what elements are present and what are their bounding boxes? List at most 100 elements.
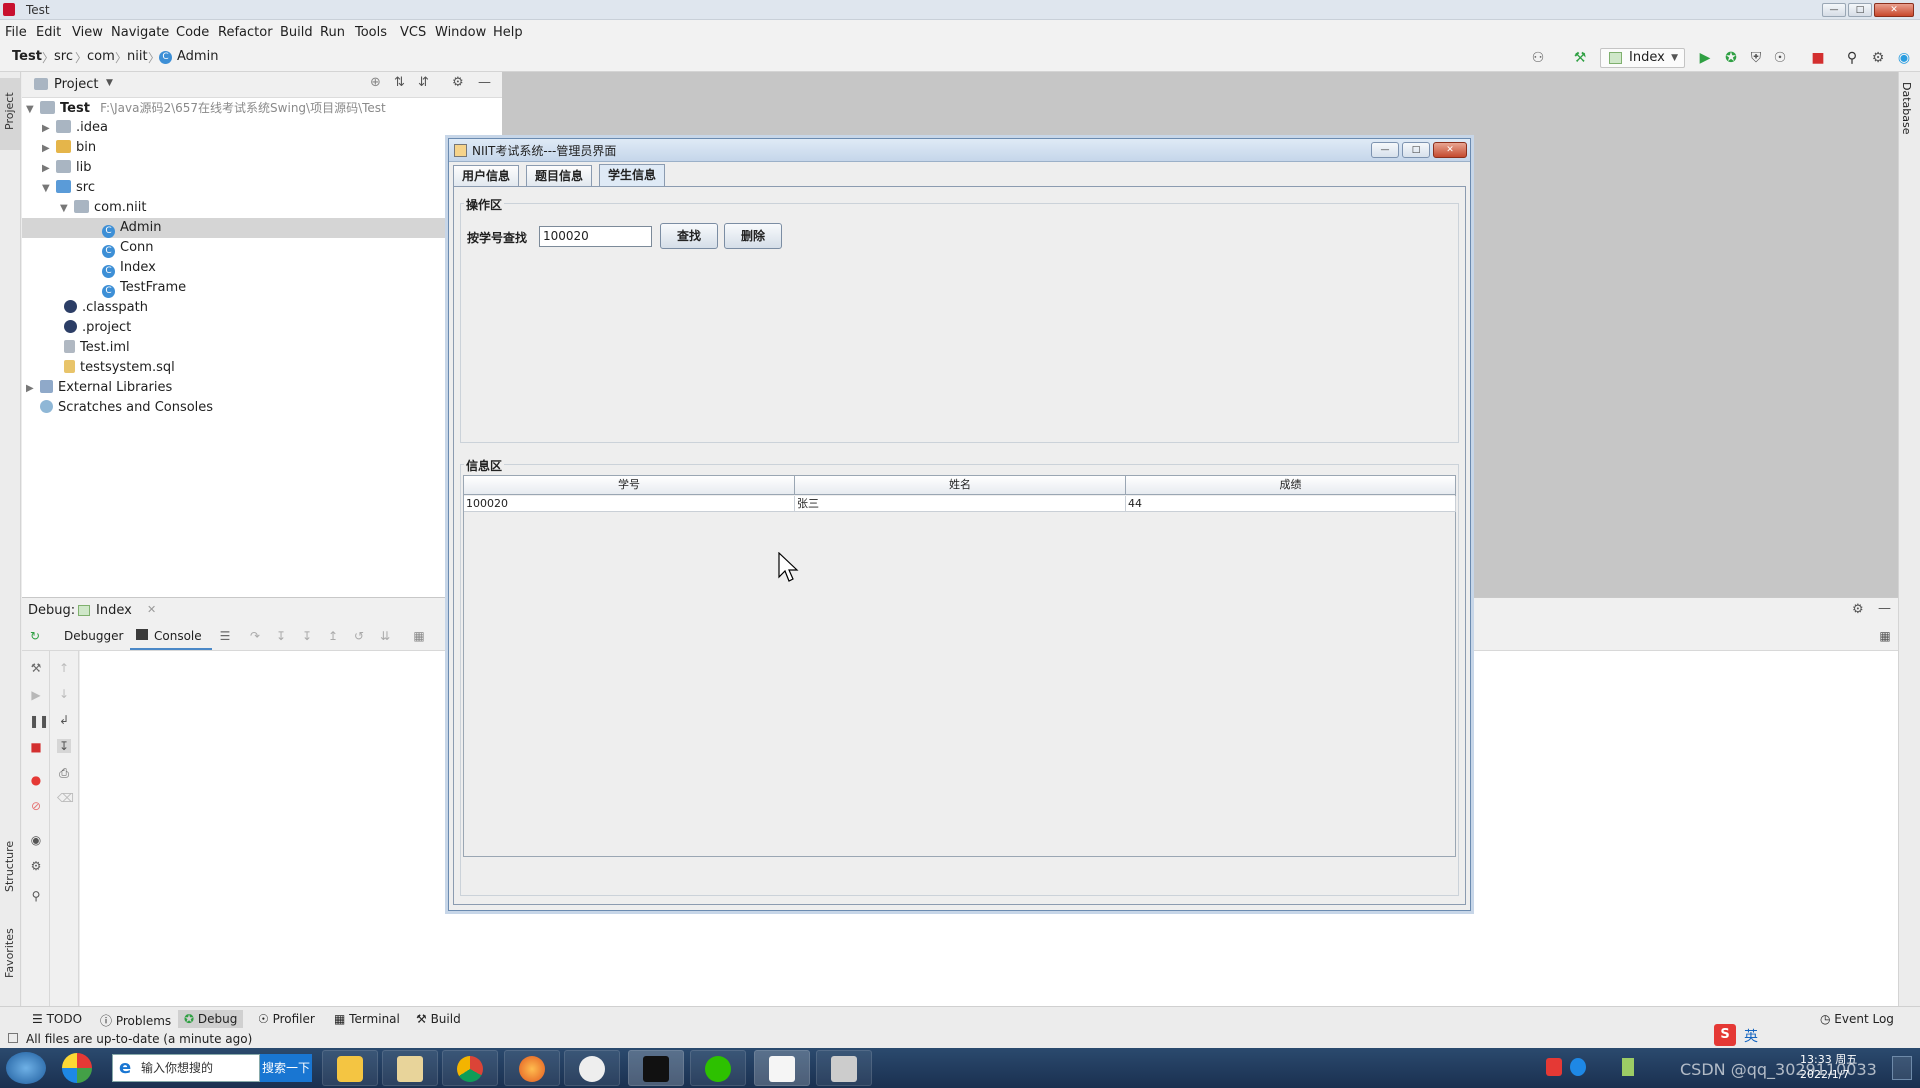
tree-item-testframe[interactable]: C TestFrame: [22, 278, 502, 298]
debug-session-tab[interactable]: Index: [96, 603, 132, 618]
clock-time[interactable]: 13:33 周五: [1800, 1051, 1857, 1067]
table-cell-name[interactable]: 张三: [795, 496, 1126, 512]
tab-user-info[interactable]: 用户信息: [453, 165, 520, 186]
locate-file-icon[interactable]: ⊕: [370, 75, 381, 90]
tree-item-com-niit[interactable]: ▼ com.niit: [22, 198, 502, 218]
breadcrumb-com[interactable]: com: [87, 49, 115, 64]
event-log-tab[interactable]: ◷ Event Log: [1820, 1012, 1894, 1026]
dialog-minimize-button[interactable]: —: [1371, 142, 1399, 158]
project-view-label[interactable]: Project: [54, 77, 98, 92]
taskbar-app-firefox[interactable]: [504, 1050, 560, 1086]
ide-minimize-button[interactable]: —: [1822, 3, 1846, 17]
delete-button[interactable]: 删除: [724, 223, 782, 249]
column-header-student-id[interactable]: 学号: [464, 476, 795, 495]
menu-file[interactable]: File: [5, 25, 27, 40]
taskbar-app-media[interactable]: [564, 1050, 620, 1086]
qq-browser-icon[interactable]: [62, 1053, 92, 1083]
breadcrumb-src[interactable]: src: [54, 49, 73, 64]
taskbar-app-java[interactable]: [754, 1050, 810, 1086]
tray-help-icon[interactable]: [1570, 1058, 1586, 1076]
settings-gear-icon[interactable]: ⚙: [1852, 602, 1864, 617]
favorites-tool-tab[interactable]: Favorites: [3, 928, 16, 978]
tab-question-info[interactable]: 题目信息: [526, 165, 593, 186]
evaluate-icon[interactable]: ⇊: [378, 629, 392, 643]
step-into-icon[interactable]: ↧: [300, 629, 314, 643]
tree-item-bin[interactable]: ▶ bin: [22, 138, 502, 158]
layout-icon[interactable]: ▦: [1878, 629, 1892, 643]
column-header-name[interactable]: 姓名: [795, 476, 1126, 495]
menu-run[interactable]: Run: [320, 25, 345, 40]
menu-code[interactable]: Code: [176, 25, 209, 40]
debug-bug-icon[interactable]: ✪: [1723, 50, 1739, 66]
status-toggle-icon[interactable]: [8, 1033, 18, 1043]
pin-icon[interactable]: ⚲: [29, 889, 43, 903]
clock-date[interactable]: 2022/1/7: [1800, 1068, 1849, 1081]
mute-breakpoints-icon[interactable]: ⊘: [29, 799, 43, 813]
scroll-to-end-icon[interactable]: ↧: [57, 739, 71, 753]
step-out-icon[interactable]: ↥: [326, 629, 340, 643]
resume-icon[interactable]: ▶: [29, 688, 43, 702]
modify-run-config-icon[interactable]: ⚒: [29, 661, 43, 675]
tree-root-test[interactable]: ▼ Test F:\Java源码2\657在线考试系统Swing\项目源码\Tes…: [22, 98, 502, 118]
down-arrow-icon[interactable]: ↓: [57, 687, 71, 701]
trash-icon[interactable]: ⌫: [57, 791, 74, 805]
breadcrumb-project[interactable]: Test: [12, 49, 42, 64]
taskbar-search-button[interactable]: 搜索一下: [260, 1054, 312, 1082]
show-execution-point-icon[interactable]: ↷: [248, 629, 262, 643]
settings-gear-icon[interactable]: ⚙: [29, 859, 43, 873]
settings-gear-icon[interactable]: ⚙: [452, 75, 464, 90]
menu-vcs[interactable]: VCS: [400, 25, 426, 40]
tree-item-scratches[interactable]: Scratches and Consoles: [22, 398, 502, 418]
settings-gear-icon[interactable]: ⚙: [1870, 50, 1886, 66]
show-desktop-button[interactable]: [1892, 1056, 1912, 1080]
menu-help[interactable]: Help: [493, 25, 523, 40]
coverage-icon[interactable]: ⛨: [1748, 50, 1764, 66]
ime-language-indicator[interactable]: 英: [1744, 1026, 1758, 1046]
account-icon[interactable]: ⚇: [1530, 50, 1546, 66]
tree-item-lib[interactable]: ▶ lib: [22, 158, 502, 178]
profiler-tab[interactable]: ☉ Profiler: [258, 1012, 315, 1026]
hide-panel-icon[interactable]: —: [478, 75, 491, 90]
structure-tool-tab[interactable]: Structure: [3, 841, 16, 892]
start-button[interactable]: [6, 1052, 46, 1084]
dialog-maximize-button[interactable]: □: [1402, 142, 1430, 158]
breadcrumb-niit[interactable]: niit: [127, 49, 148, 64]
build-hammer-icon[interactable]: ⚒: [1572, 50, 1588, 66]
camera-icon[interactable]: ◉: [29, 833, 43, 847]
tree-item-conn[interactable]: C Conn: [22, 238, 502, 258]
hide-panel-icon[interactable]: —: [1878, 601, 1891, 616]
todo-tab[interactable]: ☰ TODO: [32, 1012, 82, 1026]
taskbar-app-wechat[interactable]: [690, 1050, 746, 1086]
view-breakpoints-icon[interactable]: ●: [29, 773, 43, 787]
menu-edit[interactable]: Edit: [36, 25, 61, 40]
run-icon[interactable]: ▶: [1697, 50, 1713, 66]
taskbar-app-tool[interactable]: [816, 1050, 872, 1086]
menu-refactor[interactable]: Refactor: [218, 25, 273, 40]
taskbar-app-explorer[interactable]: [322, 1050, 378, 1086]
collapse-all-icon[interactable]: ⇵: [418, 75, 429, 90]
problems-tab[interactable]: ⓘ Problems: [100, 1012, 171, 1029]
dialog-close-button[interactable]: ✕: [1433, 142, 1467, 158]
tree-item-admin[interactable]: C Admin: [22, 218, 502, 238]
tab-student-info[interactable]: 学生信息: [599, 164, 666, 187]
menu-lines-icon[interactable]: ☰: [218, 629, 232, 643]
menu-view[interactable]: View: [72, 25, 103, 40]
plugin-icon[interactable]: ◉: [1896, 50, 1912, 66]
dialog-title-bar[interactable]: NIIT考试系统---管理员界面 — □ ✕: [449, 139, 1470, 162]
ide-close-button[interactable]: ✕: [1874, 3, 1914, 17]
table-cell-student-id[interactable]: 100020: [464, 496, 795, 512]
menu-build[interactable]: Build: [280, 25, 313, 40]
run-configuration-dropdown[interactable]: Index ▼: [1600, 48, 1685, 68]
ide-restore-button[interactable]: □: [1848, 3, 1872, 17]
tree-item-idea[interactable]: ▶ .idea: [22, 118, 502, 138]
menu-tools[interactable]: Tools: [355, 25, 387, 40]
stop-icon[interactable]: ■: [1810, 50, 1826, 66]
tree-item-testsystem-sql[interactable]: testsystem.sql: [22, 358, 502, 378]
menu-window[interactable]: Window: [435, 25, 486, 40]
tree-item-project[interactable]: .project: [22, 318, 502, 338]
up-arrow-icon[interactable]: ↑: [57, 661, 71, 675]
tree-item-index[interactable]: C Index: [22, 258, 502, 278]
stop-icon[interactable]: ■: [29, 740, 43, 754]
search-icon[interactable]: ⚲: [1844, 50, 1860, 66]
debugger-tab[interactable]: Debugger: [64, 629, 123, 643]
